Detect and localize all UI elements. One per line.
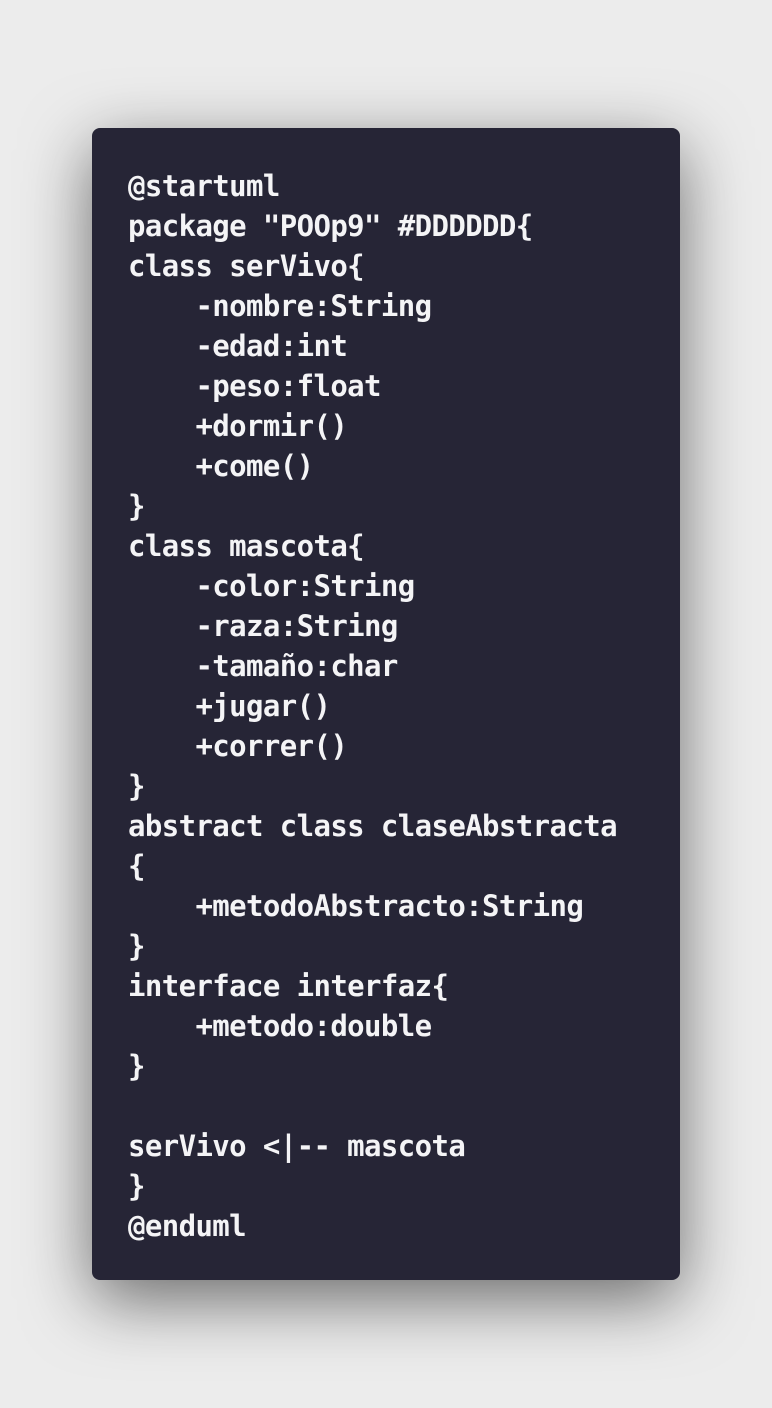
code-line: @startuml <box>128 169 280 203</box>
code-line: -edad:int <box>128 329 348 363</box>
code-line: -raza:String <box>128 609 398 643</box>
code-line: +metodoAbstracto:String <box>128 889 584 923</box>
code-line: +dormir() <box>128 409 348 443</box>
code-line: @enduml <box>128 1209 247 1243</box>
code-line: +metodo:double <box>128 1009 432 1043</box>
code-line: +come() <box>128 449 314 483</box>
code-line: -nombre:String <box>128 289 432 323</box>
code-line: +correr() <box>128 729 348 763</box>
code-line: } <box>128 1169 145 1203</box>
code-line: abstract class claseAbstracta <box>128 809 618 843</box>
code-window: @startuml package "POOp9" #DDDDDD{ class… <box>92 128 680 1280</box>
code-line: } <box>128 769 145 803</box>
code-block: @startuml package "POOp9" #DDDDDD{ class… <box>128 166 644 1246</box>
code-line: -peso:float <box>128 369 381 403</box>
code-line: serVivo <|-- mascota <box>128 1129 466 1163</box>
code-line: package "POOp9" #DDDDDD{ <box>128 209 533 243</box>
code-line: +jugar() <box>128 689 331 723</box>
code-line: { <box>128 849 145 883</box>
code-line: class serVivo{ <box>128 249 365 283</box>
code-line: -color:String <box>128 569 415 603</box>
code-line: interface interfaz{ <box>128 969 449 1003</box>
code-line: class mascota{ <box>128 529 365 563</box>
code-line: -tamaño:char <box>128 649 398 683</box>
code-line: } <box>128 1049 145 1083</box>
code-line: } <box>128 929 145 963</box>
code-line: } <box>128 489 145 523</box>
